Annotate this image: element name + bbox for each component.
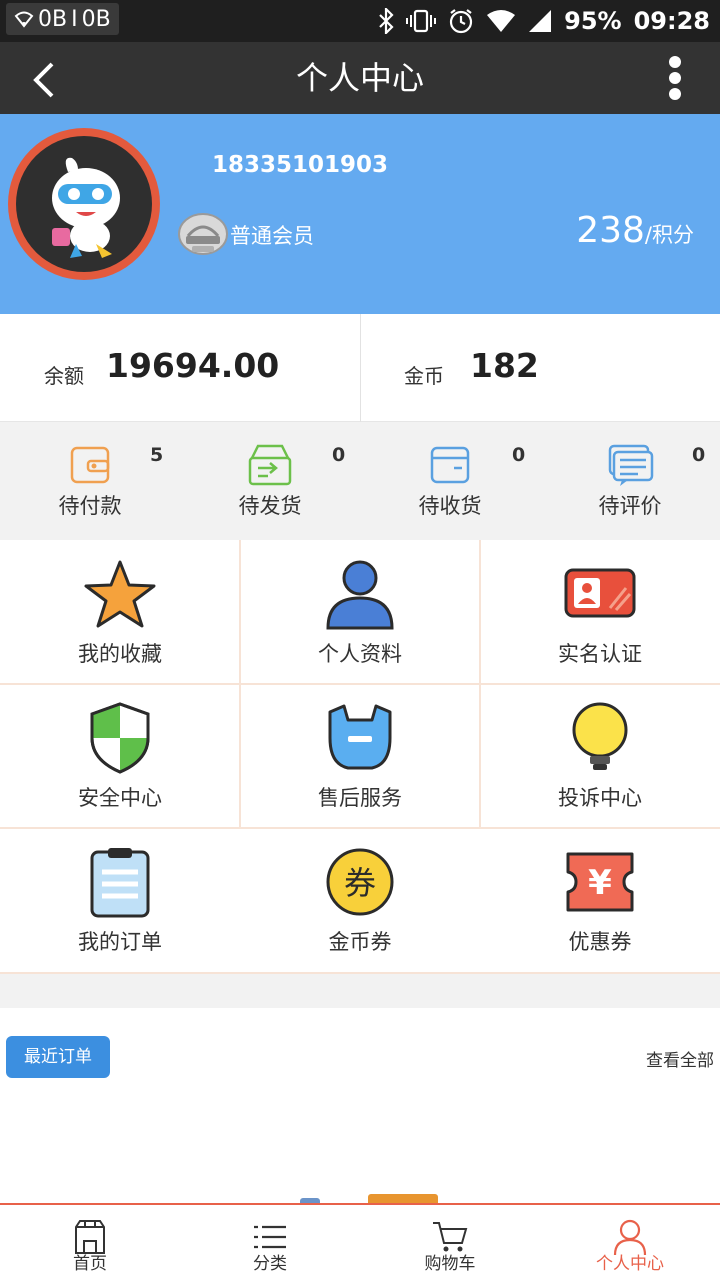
cell-signal-icon [528, 9, 552, 33]
view-all-link[interactable]: 查看全部 [646, 1046, 714, 1071]
balance-value: 19694.00 [106, 346, 280, 385]
order-status-bar: 5 待付款 0 待发货 0 待收货 0 待评价 [0, 422, 720, 540]
balance-label: 余额 [44, 364, 84, 388]
tab-label: 首页 [73, 1254, 107, 1274]
title-bar: 个人中心 [0, 42, 720, 114]
order-count: 5 [150, 444, 164, 466]
coins-value: 182 [470, 346, 539, 385]
back-button[interactable] [26, 58, 66, 102]
tab-label: 购物车 [424, 1254, 476, 1274]
menu-coupon[interactable]: ¥ 优惠券 [480, 828, 720, 972]
points-display[interactable]: 238/积分 [576, 210, 694, 251]
menu-favorites[interactable]: 我的收藏 [0, 540, 240, 684]
tab-label: 个人中心 [596, 1254, 664, 1274]
person-icon [322, 558, 398, 630]
menu-label: 我的订单 [78, 930, 162, 954]
status-bar: 0B I 0B 95% 09:28 [0, 0, 720, 42]
order-pending-receipt[interactable]: 0 待收货 [360, 422, 540, 540]
lightbulb-icon [562, 702, 638, 774]
svg-text:¥: ¥ [588, 863, 612, 903]
menu-coin-voucher[interactable]: 券 金币券 [240, 828, 480, 972]
tab-profile[interactable]: 个人中心 [540, 1205, 720, 1280]
order-count: 0 [512, 444, 526, 466]
coins-label: 金币 [404, 364, 444, 388]
wrench-icon [322, 702, 398, 774]
profile-header: 18335101903 普通会员 238/积分 [0, 114, 720, 314]
coupon-icon: ¥ [562, 846, 638, 918]
order-label: 待付款 [58, 494, 122, 518]
balance-section: 余额 19694.00 金币 182 [0, 314, 720, 422]
balance-divider [360, 314, 361, 422]
avatar[interactable] [8, 128, 160, 280]
comment-icon [606, 444, 654, 486]
member-level: 普通会员 [230, 224, 314, 248]
svg-text:券: 券 [344, 864, 376, 902]
order-label: 待发货 [238, 494, 302, 518]
menu-label: 实名认证 [558, 642, 642, 666]
member-badge-icon [176, 210, 230, 258]
clock: 09:28 [633, 7, 710, 35]
menu-label: 优惠券 [568, 930, 632, 954]
coin-voucher-icon: 券 [322, 846, 398, 918]
wallet-icon [66, 444, 114, 486]
order-pending-review[interactable]: 0 待评价 [540, 422, 720, 540]
order-label: 待收货 [418, 494, 482, 518]
tab-label: 分类 [253, 1254, 287, 1274]
receive-box-icon [426, 444, 474, 486]
vibrate-icon [406, 9, 437, 33]
id-card-icon [562, 558, 638, 630]
tab-home[interactable]: 首页 [0, 1205, 180, 1280]
tab-categories[interactable]: 分类 [180, 1205, 360, 1280]
menu-label: 我的收藏 [78, 642, 162, 666]
menu-security[interactable]: 安全中心 [0, 684, 240, 828]
shipping-box-icon [246, 444, 294, 486]
avatar-image [16, 136, 152, 272]
star-icon [82, 558, 158, 630]
speed-down: 0B [81, 6, 111, 32]
speed-up: 0B [38, 6, 68, 32]
menu-label: 投诉中心 [558, 786, 642, 810]
bottom-tab-bar: 首页 分类 购物车 个人中心 [0, 1203, 720, 1280]
feature-grid: 我的收藏 个人资料 实名认证 安全中心 售后服务 投诉中心 我的订单 券 金币券… [0, 540, 720, 974]
order-pending-shipment[interactable]: 0 待发货 [180, 422, 360, 540]
chevron-left-icon [33, 62, 54, 98]
speed-separator: I [71, 6, 78, 32]
menu-my-orders[interactable]: 我的订单 [0, 828, 240, 972]
menu-verification[interactable]: 实名认证 [480, 540, 720, 684]
menu-label: 售后服务 [318, 786, 402, 810]
recent-orders-button[interactable]: 最近订单 [6, 1036, 110, 1078]
order-count: 0 [692, 444, 706, 466]
clipboard-icon [82, 846, 158, 918]
menu-label: 金币券 [328, 930, 392, 954]
page-title: 个人中心 [295, 59, 424, 97]
tab-cart[interactable]: 购物车 [360, 1205, 540, 1280]
menu-profile[interactable]: 个人资料 [240, 540, 480, 684]
order-label: 待评价 [598, 494, 662, 518]
menu-after-sales[interactable]: 售后服务 [240, 684, 480, 828]
battery-level: 95% [564, 7, 622, 35]
wifi-signal-icon [486, 9, 516, 33]
menu-label: 安全中心 [78, 786, 162, 810]
user-phone: 18335101903 [212, 152, 389, 178]
more-vertical-icon [669, 56, 681, 100]
shield-icon [82, 702, 158, 774]
wifi-icon [14, 10, 34, 28]
more-button[interactable] [660, 54, 690, 104]
mascot-icon [52, 157, 120, 258]
points-value: 238 [576, 210, 645, 251]
order-count: 0 [332, 444, 346, 466]
alarm-icon [448, 8, 474, 34]
bluetooth-icon [378, 8, 394, 34]
menu-label: 个人资料 [318, 642, 402, 666]
menu-complaints[interactable]: 投诉中心 [480, 684, 720, 828]
points-unit: /积分 [644, 223, 694, 247]
order-pending-payment[interactable]: 5 待付款 [0, 422, 180, 540]
network-speed: 0B I 0B [6, 3, 119, 35]
recent-orders-section: 最近订单 查看全部 [0, 1008, 720, 1204]
